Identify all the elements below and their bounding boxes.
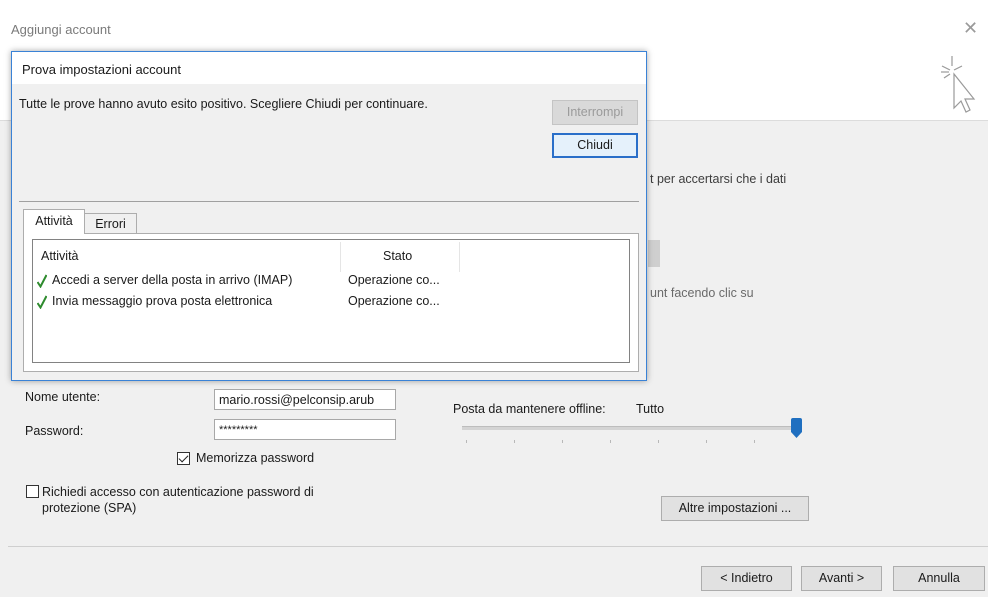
username-field[interactable]: mario.rossi@pelconsip.arub (214, 389, 396, 410)
task-list[interactable]: Attività Stato Accedi a server della pos… (32, 239, 630, 363)
next-button[interactable]: Avanti > (801, 566, 882, 591)
wizard-cursor-icon (941, 56, 976, 113)
instruction-text-fragment-2: unt facendo clic su (650, 286, 754, 300)
remember-password-checkbox[interactable] (177, 452, 190, 465)
task-name: Accedi a server della posta in arrivo (I… (52, 273, 293, 287)
test-settings-button-fragment (648, 240, 660, 267)
spa-label[interactable]: Richiedi accesso con autenticazione pass… (42, 484, 314, 516)
spa-label-line-2: protezione (SPA) (42, 501, 137, 515)
close-icon[interactable]: ✕ (963, 18, 978, 39)
task-name: Invia messaggio prova posta elettronica (52, 294, 273, 308)
spa-checkbox[interactable] (26, 485, 39, 498)
dialog-divider (19, 201, 639, 202)
list-item[interactable]: Invia messaggio prova posta elettronica … (35, 293, 455, 311)
spa-label-line-1: Richiedi accesso con autenticazione pass… (42, 485, 314, 499)
tab-activities[interactable]: Attività (23, 209, 85, 234)
offline-slider-track[interactable] (462, 426, 798, 430)
window-titlebar (0, 0, 988, 55)
dialog-title: Prova impostazioni account (22, 62, 181, 77)
checkmark-icon (37, 274, 47, 288)
slider-tick (658, 440, 659, 443)
cancel-button[interactable]: Annulla (893, 566, 985, 591)
back-button[interactable]: < Indietro (701, 566, 792, 591)
slider-tick (514, 440, 515, 443)
more-settings-button[interactable]: Altre impostazioni ... (661, 496, 809, 521)
close-button[interactable]: Chiudi (552, 133, 638, 158)
tab-errors[interactable]: Errori (84, 213, 137, 234)
tab-panel: Attività Stato Accedi a server della pos… (23, 233, 639, 372)
window-title: Aggiungi account (11, 22, 111, 37)
task-status: Operazione co... (348, 294, 440, 308)
offline-mail-label: Posta da mantenere offline: (453, 402, 606, 416)
username-label: Nome utente: (25, 390, 101, 404)
slider-tick (466, 440, 467, 443)
password-label: Password: (25, 424, 84, 438)
column-header-status[interactable]: Stato (383, 249, 412, 263)
slider-tick (706, 440, 707, 443)
offline-slider-thumb[interactable] (791, 418, 802, 438)
footer-divider (8, 546, 988, 547)
test-account-settings-dialog: Prova impostazioni account Tutte le prov… (11, 51, 647, 381)
column-divider (340, 242, 341, 272)
dialog-message: Tutte le prove hanno avuto esito positiv… (19, 97, 428, 111)
offline-mail-value: Tutto (636, 402, 665, 416)
column-divider (459, 242, 460, 272)
password-field[interactable]: ********* (214, 419, 396, 440)
slider-tick (562, 440, 563, 443)
list-item[interactable]: Accedi a server della posta in arrivo (I… (35, 272, 455, 290)
slider-tick (754, 440, 755, 443)
remember-password-label[interactable]: Memorizza password (196, 451, 314, 465)
column-header-activity[interactable]: Attività (41, 249, 79, 263)
stop-button[interactable]: Interrompi (552, 100, 638, 125)
slider-tick (610, 440, 611, 443)
instruction-text-fragment: t per accertarsi che i dati (650, 172, 787, 186)
task-status: Operazione co... (348, 273, 440, 287)
checkmark-icon (37, 295, 47, 309)
